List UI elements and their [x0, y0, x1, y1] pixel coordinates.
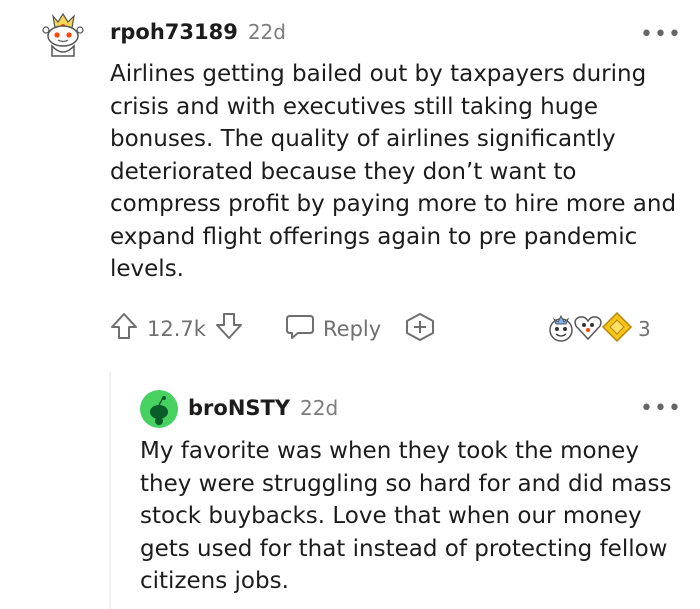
reply-label: Reply [323, 316, 382, 341]
avatar[interactable] [38, 6, 88, 58]
reply-icon [284, 311, 316, 346]
vote-score: 12.7k [147, 316, 206, 341]
more-options-button[interactable]: ••• [640, 398, 682, 420]
comment-header: broNSTY 22d [188, 396, 338, 420]
gold-award-icon [600, 311, 634, 347]
username[interactable]: broNSTY [188, 396, 290, 420]
comment-age: 22d [247, 20, 286, 44]
comment-body: My favorite was when they took the money… [140, 438, 672, 594]
give-award-button[interactable] [404, 312, 436, 346]
comment-header: rpoh73189 22d [110, 20, 286, 44]
avatar[interactable] [140, 390, 178, 428]
downvote-icon[interactable] [214, 311, 244, 346]
more-options-button[interactable]: ••• [640, 24, 682, 46]
comment-actions: 12.7k [109, 311, 244, 346]
award-count: 3 [638, 317, 651, 341]
awards-group[interactable]: 3 [544, 310, 651, 348]
comment-age: 22d [300, 396, 339, 420]
thread-line [109, 372, 111, 609]
upvote-icon[interactable] [109, 311, 139, 346]
green-snoo-avatar-icon [140, 390, 178, 428]
snoo-avatar-icon [42, 12, 84, 57]
add-award-icon [406, 313, 434, 341]
reply-button[interactable]: Reply [284, 311, 381, 346]
username[interactable]: rpoh73189 [110, 20, 238, 44]
comment-body: Airlines getting bailed out by taxpayers… [110, 61, 677, 282]
